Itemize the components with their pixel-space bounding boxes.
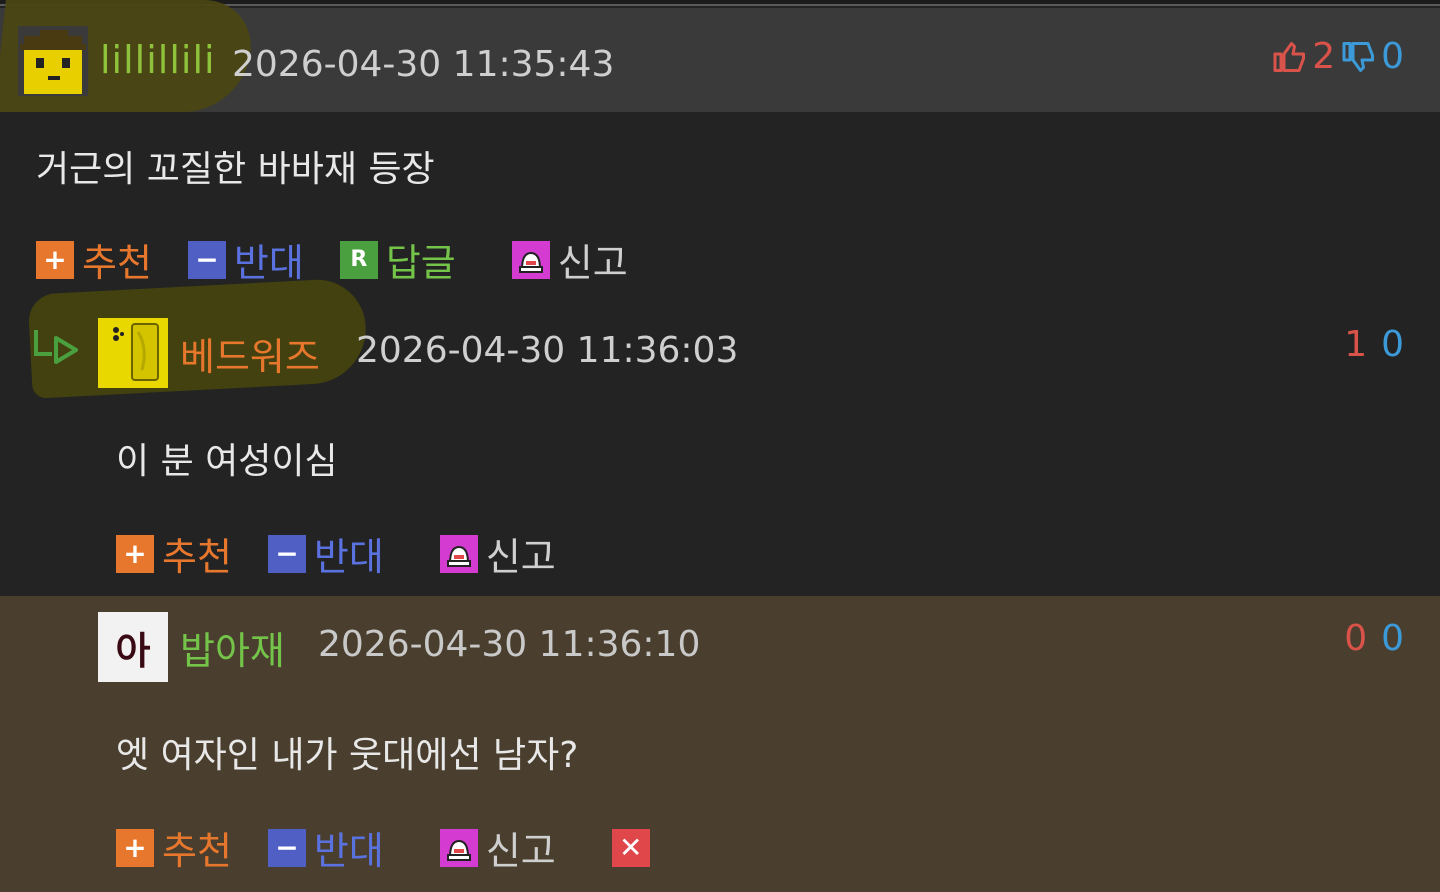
comment-actions: + 추천 − 반대 신고: [116, 526, 592, 581]
plus-icon: +: [116, 828, 154, 867]
report-button[interactable]: 신고: [439, 526, 556, 581]
report-button[interactable]: 신고: [511, 232, 628, 287]
thumbs-down-icon: [1342, 41, 1375, 72]
comment-header: lillillili 2026-04-30 11:35:43 2 0: [0, 0, 1440, 112]
vote-counts: 2 0: [1272, 36, 1404, 77]
downvote-count: 0: [1381, 36, 1404, 77]
avatar-phone-icon: [98, 318, 168, 388]
reply-button[interactable]: R 답글: [339, 232, 456, 287]
oppose-label: 반대: [313, 829, 384, 873]
reply-label: 답글: [385, 241, 456, 285]
report-label: 신고: [557, 241, 628, 285]
recommend-label: 추천: [82, 241, 152, 285]
delete-button[interactable]: ✕: [611, 828, 658, 867]
reply-arrow-icon: [34, 330, 78, 364]
vote-counts: 0 0: [1344, 618, 1404, 659]
oppose-label: 반대: [233, 241, 304, 285]
siren-icon: [439, 828, 478, 867]
comment-text: 이 분 여성이심: [116, 441, 338, 482]
report-label: 신고: [485, 829, 556, 873]
minus-icon: −: [267, 534, 306, 573]
reply-icon: R: [339, 240, 378, 279]
plus-icon: +: [116, 534, 154, 573]
upvote-count: 1: [1344, 324, 1368, 365]
oppose-button[interactable]: − 반대: [267, 526, 384, 581]
avatar: 아: [98, 612, 168, 682]
comment-nickname[interactable]: lillillili: [100, 38, 216, 82]
comment-text: 거근의 꼬질한 바바재 등장: [36, 149, 435, 190]
comment-nickname[interactable]: 베드워즈: [180, 326, 320, 381]
comment-nickname[interactable]: 밥아재: [180, 620, 285, 675]
minus-icon: −: [267, 828, 306, 867]
thumbs-up-icon: [1273, 41, 1306, 72]
close-icon: ✕: [611, 828, 650, 867]
siren-icon: [439, 534, 478, 573]
downvote-count: 0: [1381, 324, 1404, 365]
recommend-label: 추천: [162, 535, 232, 579]
downvote-count: 0: [1381, 618, 1404, 659]
comment-text: 엣 여자인 내가 웃대에선 남자?: [116, 735, 579, 776]
recommend-label: 추천: [162, 829, 232, 873]
upvote-count: 2: [1312, 36, 1336, 77]
comment-actions: + 추천 − 반대 신고 ✕: [116, 820, 694, 875]
comment-date: 2026-04-30 11:36:10: [318, 624, 701, 665]
vote-counts: 1 0: [1344, 324, 1404, 365]
plus-icon: +: [36, 240, 74, 279]
report-button[interactable]: 신고: [439, 820, 556, 875]
recommend-button[interactable]: + 추천: [36, 232, 152, 287]
oppose-label: 반대: [313, 535, 384, 579]
comment-date: 2026-04-30 11:35:43: [232, 44, 615, 85]
comment-actions: + 추천 − 반대 R 답글 신고: [36, 232, 664, 287]
minus-icon: −: [187, 240, 226, 279]
avatar-pixel-icon: [18, 26, 88, 96]
recommend-button[interactable]: + 추천: [116, 820, 232, 875]
report-label: 신고: [485, 535, 556, 579]
oppose-button[interactable]: − 반대: [267, 820, 384, 875]
siren-icon: [511, 240, 550, 279]
recommend-button[interactable]: + 추천: [116, 526, 232, 581]
comment-date: 2026-04-30 11:36:03: [356, 330, 739, 371]
upvote-count: 0: [1344, 618, 1368, 659]
oppose-button[interactable]: − 반대: [187, 232, 304, 287]
